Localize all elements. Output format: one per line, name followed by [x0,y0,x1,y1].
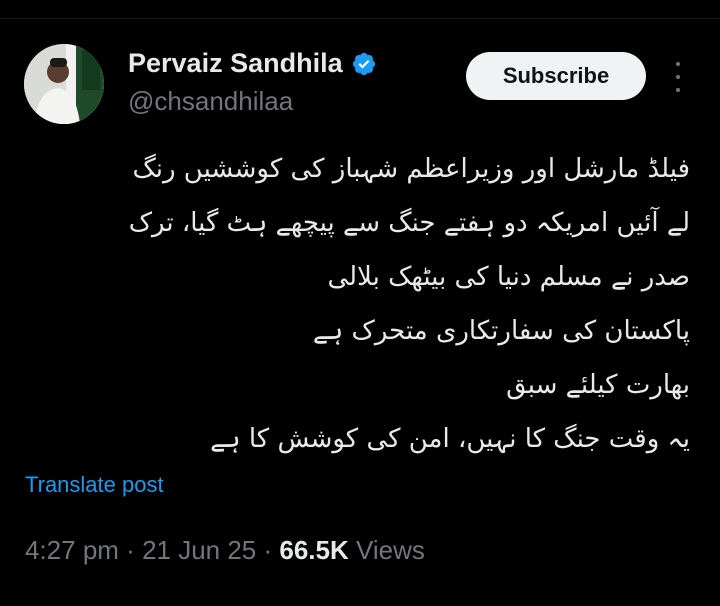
post-line: پاکستان کی سفارتکاری متحرک ہے [312,316,690,346]
post-line: صدر نے مسلم دنیا کی بیٹھک بلالی [327,262,690,292]
author-name-row: Pervaiz Sandhila [128,48,377,79]
more-dot [676,62,680,66]
meta-separator: · [118,535,143,565]
translate-post-link[interactable]: Translate post [25,472,164,498]
author-name[interactable]: Pervaiz Sandhila [128,48,343,79]
author-handle[interactable]: @chsandhilaa [128,86,293,117]
post-line: لے آئیں امریکہ دو ہفتے جنگ سے پیچھے ہٹ گ… [128,208,690,238]
avatar[interactable] [24,44,104,124]
top-bar [0,0,720,19]
post-time[interactable]: 4:27 pm [25,535,119,565]
avatar-image [24,44,104,124]
post-line: بھارت کیلئے سبق [506,370,690,400]
subscribe-button[interactable]: Subscribe [466,52,646,100]
post-date[interactable]: 21 Jun 25 [142,535,256,565]
views-count: 66.5K [279,535,349,565]
more-dot [676,88,680,92]
meta-separator: · [256,535,280,565]
more-dot [676,75,680,79]
post-meta: 4:27 pm · 21 Jun 25 · 66.5K Views [25,535,425,566]
post-line: یہ وقت جنگ کا نہیں، امن کی کوشش کا ہے [210,424,690,454]
more-vertical-icon[interactable] [668,62,688,92]
views-label: Views [348,535,425,565]
post-body: فیلڈ مارشل اور وزیراعظم شہباز کی کوششیں … [22,142,690,466]
post-line: فیلڈ مارشل اور وزیراعظم شہباز کی کوششیں … [132,154,690,184]
verified-badge-icon [352,52,375,75]
